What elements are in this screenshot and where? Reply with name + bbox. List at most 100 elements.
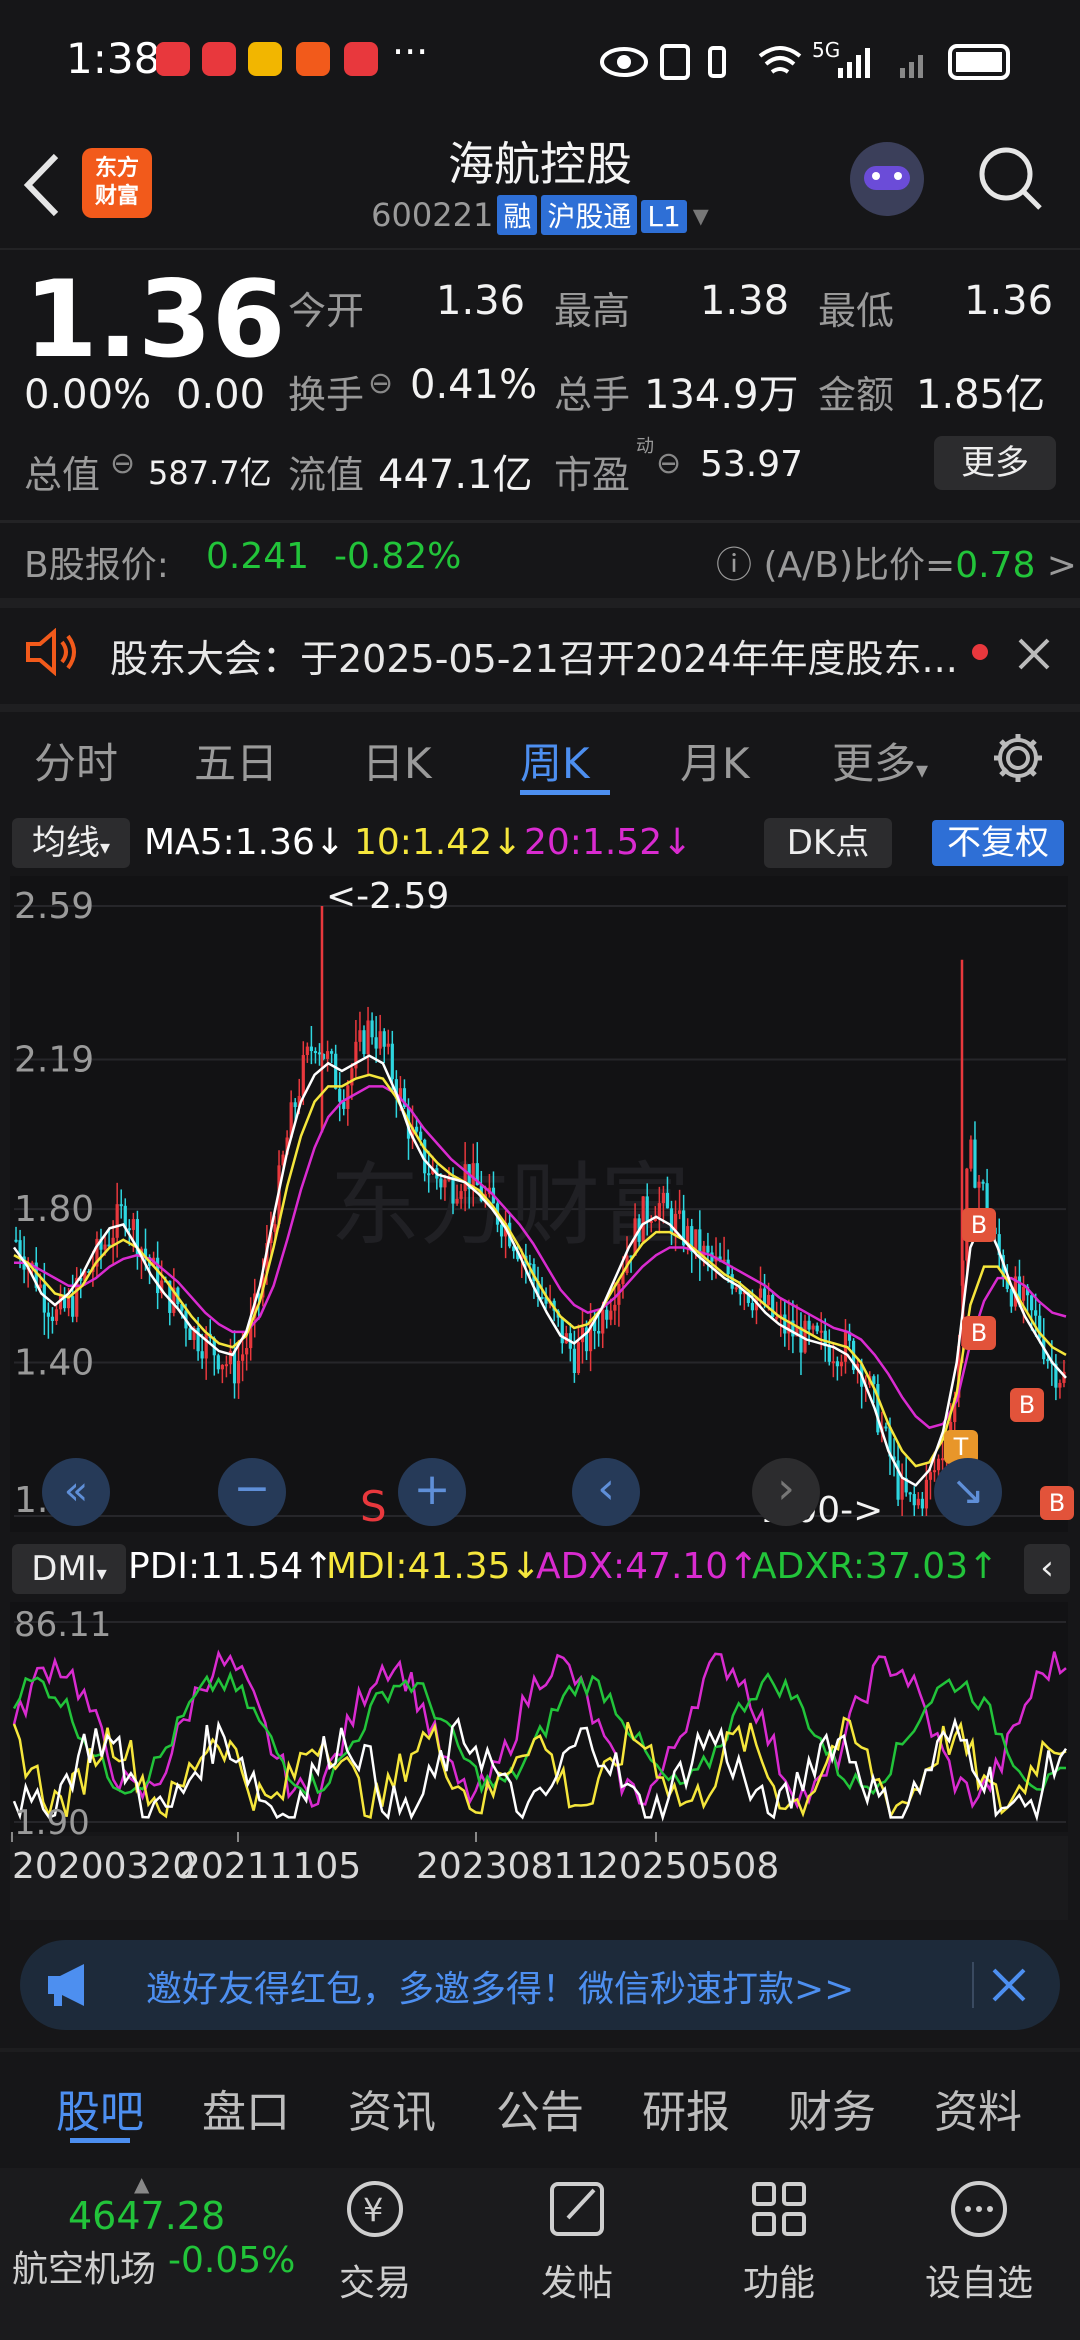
pe-value: 53.97 bbox=[700, 444, 804, 485]
kline-chart[interactable]: 东方财富 2.592.191.801.401.00 bbox=[0, 876, 1080, 1536]
candle-body bbox=[334, 1053, 338, 1089]
search-icon[interactable] bbox=[976, 144, 1046, 214]
add-watchlist-icon[interactable] bbox=[946, 2176, 1012, 2242]
tab-intraday[interactable]: 分时 bbox=[34, 730, 118, 791]
ma20-value: 20:1.52↓ bbox=[524, 822, 693, 863]
candle-body bbox=[783, 1314, 787, 1334]
candle-body bbox=[301, 1055, 305, 1096]
candle-body bbox=[1058, 1382, 1062, 1388]
tab-announcements[interactable]: 公告 bbox=[496, 2076, 584, 2140]
index-value[interactable]: 4647.28 bbox=[68, 2194, 225, 2238]
change-pct: 0.00% bbox=[24, 372, 152, 418]
nav-trade-label[interactable]: 交易 bbox=[295, 2254, 455, 2306]
candle-body bbox=[706, 1245, 710, 1253]
candle-body bbox=[908, 1492, 912, 1495]
chevron-right-icon[interactable]: › bbox=[752, 1458, 820, 1526]
volume-value: 134.9万 bbox=[644, 372, 799, 418]
indicator-selector[interactable]: 均线▾ bbox=[12, 818, 130, 868]
nav-add-watchlist-label[interactable]: 设自选 bbox=[899, 2254, 1059, 2306]
status-bar: 1:38 ··· 5G bbox=[0, 0, 1080, 120]
ab-ratio[interactable]: ⓘ (A/B)比价=0.78 > bbox=[716, 536, 1077, 588]
buy-marker[interactable]: B bbox=[962, 1316, 996, 1350]
price-axis-label: 1.40 bbox=[14, 1343, 94, 1384]
tab-guba[interactable]: 股吧 bbox=[56, 2076, 144, 2140]
clock: 1:38 bbox=[66, 34, 161, 83]
date-axis-label: 20200320 bbox=[12, 1846, 195, 1887]
functions-grid-icon[interactable] bbox=[746, 2176, 812, 2242]
speaker-icon bbox=[26, 628, 76, 676]
candle-body bbox=[439, 1178, 443, 1188]
help-icon: ⓘ bbox=[716, 545, 753, 586]
candle-body bbox=[119, 1204, 123, 1207]
dmi-axis-label: 86.11 bbox=[14, 1605, 111, 1645]
candle-body bbox=[220, 1364, 224, 1370]
buy-marker[interactable]: B bbox=[962, 1208, 996, 1242]
candle-body bbox=[758, 1288, 763, 1298]
candle-body bbox=[358, 1030, 362, 1042]
caret-up-icon: ▲ bbox=[134, 2172, 150, 2196]
tab-finance[interactable]: 财务 bbox=[788, 2076, 876, 2140]
candle-body bbox=[1030, 1295, 1034, 1311]
dmi-chart[interactable]: 86.111.90 2020032020211105 20230811202505… bbox=[0, 1602, 1080, 1922]
tab-profile[interactable]: 资料 bbox=[934, 2076, 1022, 2140]
tab-research[interactable]: 研报 bbox=[642, 2076, 730, 2140]
adjust-button[interactable]: 不复权 bbox=[932, 820, 1064, 866]
candle-body bbox=[325, 1051, 330, 1059]
nav-post-label[interactable]: 发帖 bbox=[497, 2254, 657, 2306]
ab-ratio-label: (A/B)比价= bbox=[763, 545, 956, 586]
fast-forward-icon[interactable]: ↘ bbox=[934, 1458, 1002, 1526]
tab-five-day[interactable]: 五日 bbox=[194, 730, 278, 791]
price-axis-label: 2.59 bbox=[14, 886, 94, 927]
more-notifications: ··· bbox=[392, 30, 429, 74]
candle-body bbox=[613, 1304, 617, 1311]
settings-gear-icon[interactable] bbox=[990, 730, 1046, 786]
info-dots-icon: ⊖ bbox=[110, 446, 136, 481]
close-icon[interactable] bbox=[1016, 636, 1052, 672]
notice-text[interactable]: 股东大会：于2025-05-21召开2024年年度股东... bbox=[110, 628, 960, 683]
close-icon[interactable] bbox=[990, 1966, 1028, 2004]
tab-pankou[interactable]: 盘口 bbox=[202, 2076, 290, 2140]
rewind-icon[interactable]: « bbox=[42, 1458, 110, 1526]
buy-marker[interactable]: B bbox=[1010, 1388, 1044, 1422]
candle-body bbox=[657, 1203, 661, 1218]
post-icon[interactable] bbox=[544, 2176, 610, 2242]
candle-body bbox=[641, 1196, 645, 1242]
badge-connect: 沪股通 bbox=[541, 195, 638, 235]
tab-monthly-k[interactable]: 月K bbox=[680, 730, 750, 791]
candle-body bbox=[609, 1310, 613, 1320]
dk-point-button[interactable]: DK点 bbox=[764, 818, 892, 868]
candle-body bbox=[50, 1316, 55, 1321]
tab-weekly-k[interactable]: 周K bbox=[520, 730, 590, 791]
tab-news[interactable]: 资讯 bbox=[348, 2076, 436, 2140]
notification-icon bbox=[296, 42, 330, 76]
stock-code-line[interactable]: 600221 融沪股通 L1 ▾ bbox=[0, 195, 1080, 235]
candle-body bbox=[350, 1068, 354, 1086]
adx-value: ADX:47.10↑ bbox=[536, 1546, 759, 1587]
chevron-left-icon[interactable]: ‹ bbox=[572, 1458, 640, 1526]
divider bbox=[0, 248, 1080, 250]
sub-indicator-selector[interactable]: DMI▾ bbox=[12, 1544, 126, 1594]
zoom-in-icon[interactable]: + bbox=[398, 1458, 466, 1526]
invite-banner[interactable]: 邀好友得红包，多邀多得！微信秒速打款>> bbox=[20, 1940, 1060, 2030]
candle-body bbox=[1021, 1286, 1026, 1301]
bshare-change: -0.82% bbox=[334, 536, 462, 577]
candle-body bbox=[969, 1139, 973, 1169]
tab-daily-k[interactable]: 日K bbox=[362, 730, 432, 791]
index-name[interactable]: 航空机场 bbox=[12, 2240, 156, 2292]
candle-body bbox=[560, 1317, 564, 1344]
candle-body bbox=[1034, 1310, 1038, 1316]
zoom-out-icon[interactable]: − bbox=[218, 1458, 286, 1526]
divider bbox=[0, 2048, 1080, 2052]
collapse-icon[interactable]: ‹ bbox=[1024, 1544, 1070, 1594]
more-quote-button[interactable]: 更多 bbox=[934, 436, 1056, 490]
nav-functions-label[interactable]: 功能 bbox=[699, 2254, 859, 2306]
candle-body bbox=[236, 1360, 241, 1384]
trade-icon[interactable]: ¥ bbox=[342, 2176, 408, 2242]
candle-body bbox=[362, 1030, 366, 1055]
candle-body bbox=[451, 1178, 455, 1204]
candle-body bbox=[317, 1052, 322, 1055]
robot-assistant-icon[interactable] bbox=[850, 142, 924, 216]
tab-more[interactable]: 更多▾ bbox=[832, 730, 928, 791]
buy-marker[interactable]: B bbox=[1040, 1486, 1074, 1520]
candle-body bbox=[305, 1046, 309, 1056]
